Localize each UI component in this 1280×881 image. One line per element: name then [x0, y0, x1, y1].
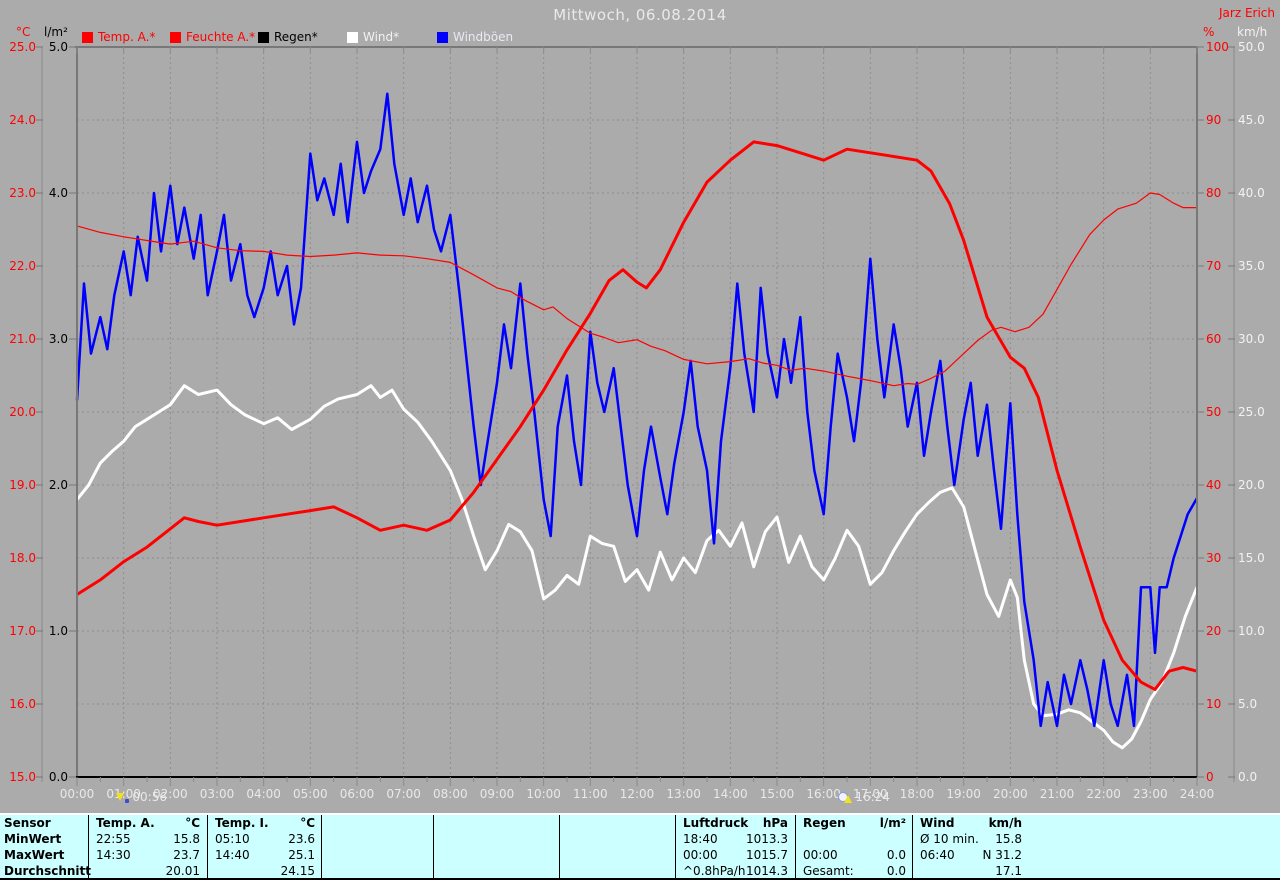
moonrise-icon — [838, 791, 853, 803]
svg-text:30.0: 30.0 — [1238, 332, 1265, 346]
svg-text:15.0: 15.0 — [9, 770, 36, 784]
svg-text:03:00: 03:00 — [200, 787, 235, 801]
svg-text:21.0: 21.0 — [9, 332, 36, 346]
svg-text:2.0: 2.0 — [49, 478, 68, 492]
marker-time-label: 00:56 — [132, 790, 167, 804]
svg-text:11:00: 11:00 — [573, 787, 608, 801]
svg-text:20.0: 20.0 — [1238, 478, 1265, 492]
table-cell: km/h — [988, 816, 1022, 830]
svg-text:1.0: 1.0 — [49, 624, 68, 638]
svg-text:35.0: 35.0 — [1238, 259, 1265, 273]
svg-text:100: 100 — [1206, 40, 1229, 54]
svg-text:50: 50 — [1206, 405, 1221, 419]
svg-text:16:00: 16:00 — [806, 787, 841, 801]
svg-text:12:00: 12:00 — [620, 787, 655, 801]
svg-text:06:00: 06:00 — [340, 787, 375, 801]
svg-text:14:00: 14:00 — [713, 787, 748, 801]
svg-text:0: 0 — [1206, 770, 1214, 784]
svg-text:5.0: 5.0 — [49, 40, 68, 54]
svg-text:23:00: 23:00 — [1133, 787, 1168, 801]
svg-text:80: 80 — [1206, 186, 1221, 200]
svg-text:04:00: 04:00 — [246, 787, 281, 801]
svg-text:17.0: 17.0 — [9, 624, 36, 638]
svg-text:5.0: 5.0 — [1238, 697, 1257, 711]
svg-text:10:00: 10:00 — [526, 787, 561, 801]
svg-text:13:00: 13:00 — [666, 787, 701, 801]
plot-frame — [41, 46, 1235, 782]
axis-ticks — [36, 46, 1235, 786]
svg-text:45.0: 45.0 — [1238, 113, 1265, 127]
svg-text:25.0: 25.0 — [9, 40, 36, 54]
svg-text:22:00: 22:00 — [1086, 787, 1121, 801]
svg-text:60: 60 — [1206, 332, 1221, 346]
svg-text:18.0: 18.0 — [9, 551, 36, 565]
svg-text:15:00: 15:00 — [760, 787, 795, 801]
svg-text:24:00: 24:00 — [1180, 787, 1215, 801]
x-axis-labels: 00:00 01:00 02:00 03:00 04:00 05:00 06:00 07:00… — [60, 787, 1215, 801]
svg-text:0.0: 0.0 — [1238, 770, 1257, 784]
marker-time-label: 16:24 — [855, 790, 890, 804]
table-cell: N 31.2 — [982, 848, 1022, 862]
table-cell: 15.8 — [995, 832, 1022, 846]
svg-text:0.0: 0.0 — [49, 770, 68, 784]
svg-text:90: 90 — [1206, 113, 1221, 127]
svg-text:21:00: 21:00 — [1040, 787, 1075, 801]
statistics-table: Sensor MinWert MaxWert Durchschnitt Temp. A.… — [0, 813, 1280, 881]
svg-text:24.0: 24.0 — [9, 113, 36, 127]
svg-text:40.0: 40.0 — [1238, 186, 1265, 200]
svg-text:15.0: 15.0 — [1238, 551, 1265, 565]
svg-text:05:00: 05:00 — [293, 787, 328, 801]
svg-text:19.0: 19.0 — [9, 478, 36, 492]
svg-text:09:00: 09:00 — [480, 787, 515, 801]
svg-text:30: 30 — [1206, 551, 1221, 565]
svg-text:25.0: 25.0 — [1238, 405, 1265, 419]
svg-text:4.0: 4.0 — [49, 186, 68, 200]
gridlines — [77, 47, 1197, 777]
svg-text:08:00: 08:00 — [433, 787, 468, 801]
svg-text:18:00: 18:00 — [900, 787, 935, 801]
svg-text:10: 10 — [1206, 697, 1221, 711]
series-feuchte-a- — [76, 192, 1197, 387]
svg-text:70: 70 — [1206, 259, 1221, 273]
svg-text:20:00: 20:00 — [993, 787, 1028, 801]
svg-text:07:00: 07:00 — [386, 787, 421, 801]
marker-16-24: 16:24 — [838, 790, 890, 804]
svg-text:19:00: 19:00 — [946, 787, 981, 801]
svg-text:3.0: 3.0 — [49, 332, 68, 346]
svg-text:23.0: 23.0 — [9, 186, 36, 200]
marker-00-56: 00:56 — [116, 790, 167, 804]
svg-text:00:00: 00:00 — [60, 787, 95, 801]
svg-text:20.0: 20.0 — [9, 405, 36, 419]
svg-text:22.0: 22.0 — [9, 259, 36, 273]
weather-app-window: Mittwoch, 06.08.2014 Jarz Erich °C l/m² … — [0, 0, 1280, 881]
svg-text:50.0: 50.0 — [1238, 40, 1265, 54]
data-series — [75, 92, 1199, 778]
svg-text:10.0: 10.0 — [1238, 624, 1265, 638]
svg-text:20: 20 — [1206, 624, 1221, 638]
moonset-arrow-icon — [116, 791, 130, 803]
svg-text:16.0: 16.0 — [9, 697, 36, 711]
svg-text:40: 40 — [1206, 478, 1221, 492]
weather-chart: 25.0 24.0 23.0 22.0 21.0 20.0 19.0 18.0 17.0 16.0… — [9, 40, 1265, 801]
table-cell: 17.1 — [995, 864, 1022, 878]
